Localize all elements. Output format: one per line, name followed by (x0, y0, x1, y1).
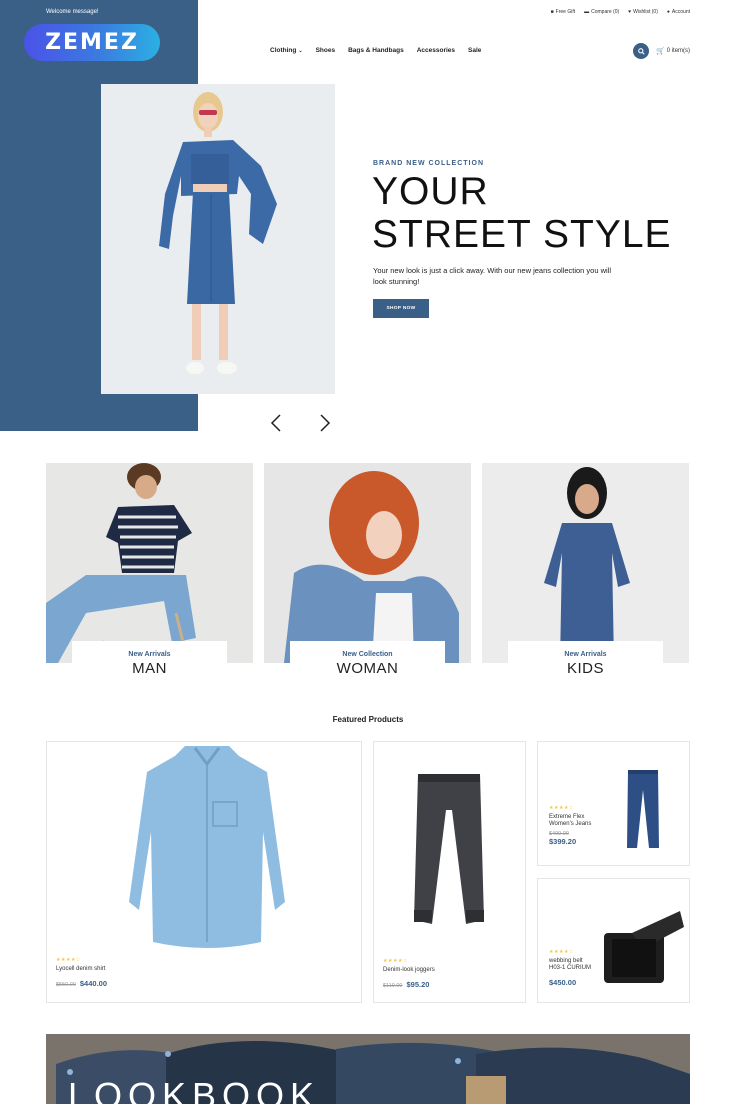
nav-item-sale[interactable]: Sale (468, 47, 481, 54)
product-card-belt[interactable]: ★★★★☆ webbing belt H03-1 CURIUM $450.00 (537, 878, 690, 1003)
top-link-label: Compare (0) (591, 9, 620, 15)
product-name[interactable]: Extreme Flex Women's Jeans (549, 814, 601, 828)
nav-item-bags[interactable]: Bags & Handbags (348, 47, 404, 54)
chevron-left-icon (270, 414, 281, 432)
category-label-kids[interactable]: New Arrivals KIDS (508, 641, 663, 683)
category-label-woman[interactable]: New Collection WOMAN (290, 641, 445, 683)
chevron-down-icon: ⌄ (298, 47, 303, 54)
nav-item-accessories[interactable]: Accessories (417, 47, 455, 54)
rating-stars: ★★★★☆ (549, 949, 574, 955)
product-image (414, 774, 484, 924)
top-link-wishlist[interactable]: ♥ Wishlist (0) (628, 9, 658, 15)
nav-label: Shoes (315, 47, 336, 54)
category-subtitle: New Arrivals (128, 651, 171, 658)
slider-prev-button[interactable] (269, 413, 283, 433)
product-image (627, 770, 659, 848)
product-price: $450.00 (549, 978, 577, 987)
slider-next-button[interactable] (318, 413, 332, 433)
site-logo[interactable]: ZEMEZ (24, 24, 160, 61)
search-icon (637, 47, 645, 55)
price-row: $119.00 $95.20 (383, 980, 435, 989)
category-image-woman[interactable] (264, 463, 471, 663)
product-price: $399.20 (549, 837, 577, 846)
top-links: ■ Free Gift ▬ Compare (0) ♥ Wishlist (0) ● A… (551, 9, 690, 15)
nav-label: Accessories (416, 47, 456, 54)
nav-label: Sale (468, 47, 482, 54)
chevron-right-icon (320, 414, 331, 432)
product-card-jeans[interactable]: ★★★★☆ Extreme Flex Women's Jeans $499.00… (537, 741, 690, 866)
top-link-label: Wishlist (0) (633, 9, 658, 15)
rating-stars: ★★★★☆ (549, 805, 574, 811)
search-button[interactable] (633, 43, 649, 59)
top-link-free-gift[interactable]: ■ Free Gift (551, 9, 575, 15)
hero-title: YOUR STREET STYLE (372, 170, 672, 256)
category-title: MAN (132, 660, 167, 677)
category-title: KIDS (566, 660, 604, 677)
price-row: $550.00 $440.00 (56, 979, 107, 988)
hero-title-line: YOUR (372, 170, 489, 213)
product-card-joggers[interactable]: ★★★★☆ Denim-look joggers $119.00 $95.20 (373, 741, 526, 1003)
category-image-kids[interactable] (482, 463, 689, 663)
product-name[interactable]: Lyocell denim shirt (56, 966, 107, 973)
category-subtitle: New Collection (342, 651, 393, 658)
top-link-account[interactable]: ● Account (667, 9, 690, 15)
category-title: WOMAN (336, 660, 399, 677)
product-image (129, 746, 285, 948)
old-price: $119.00 (383, 983, 403, 989)
main-nav: Clothing ⌄ Shoes Bags & Handbags Accessor… (270, 47, 481, 54)
welcome-message: Welcome message! (46, 9, 99, 15)
compare-icon: ▬ (584, 9, 590, 15)
product-price: $95.20 (406, 980, 430, 989)
hero-image (101, 84, 335, 394)
nav-item-shoes[interactable]: Shoes (316, 47, 336, 54)
hero-title-line: STREET STYLE (372, 213, 672, 256)
product-name[interactable]: Denim-look joggers (383, 967, 435, 974)
lookbook-title: LOOKBOOK (68, 1075, 321, 1104)
cart-button[interactable]: 🛒 0 item(s) (656, 47, 690, 55)
rating-stars: ★★★★☆ (383, 958, 408, 964)
top-link-label: Account (671, 9, 690, 15)
product-info: ★★★★☆ Extreme Flex Women's Jeans $499.00… (549, 805, 629, 846)
user-icon: ● (666, 9, 670, 15)
category-subtitle: New Arrivals (564, 651, 607, 658)
gift-icon: ■ (550, 9, 554, 15)
category-label-man[interactable]: New Arrivals MAN (72, 641, 227, 683)
category-image-man[interactable] (46, 463, 253, 663)
nav-label: Clothing (270, 47, 297, 54)
cart-icon: 🛒 (656, 48, 665, 55)
old-price: $550.00 (56, 982, 76, 988)
product-info: ★★★★☆ Denim-look joggers $119.00 $95.20 (383, 958, 435, 989)
top-link-label: Free Gift (555, 9, 576, 15)
shop-now-button[interactable]: SHOP NOW (373, 299, 429, 318)
top-link-compare[interactable]: ▬ Compare (0) (584, 9, 619, 15)
product-name[interactable]: webbing belt H03-1 CURIUM (549, 958, 595, 972)
featured-products-title: Featured Products (332, 715, 404, 724)
nav-label: Bags & Handbags (348, 47, 404, 54)
rating-stars: ★★★★☆ (56, 957, 81, 963)
logo-text: ZEMEZ (45, 30, 139, 55)
hero-description: Your new look is just a click away. With… (373, 266, 612, 286)
product-card-shirt[interactable]: ★★★★☆ Lyocell denim shirt $550.00 $440.0… (46, 741, 362, 1003)
cart-count: 0 item(s) (666, 48, 691, 54)
product-price: $440.00 (79, 979, 108, 988)
product-info: ★★★★☆ Lyocell denim shirt $550.00 $440.0… (56, 957, 107, 988)
product-info: ★★★★☆ webbing belt H03-1 CURIUM $450.00 (549, 949, 613, 987)
heart-icon: ♥ (628, 9, 632, 15)
product-image (604, 911, 684, 983)
nav-item-clothing[interactable]: Clothing ⌄ (270, 47, 303, 54)
hero-kicker: BRAND NEW COLLECTION (373, 160, 484, 167)
